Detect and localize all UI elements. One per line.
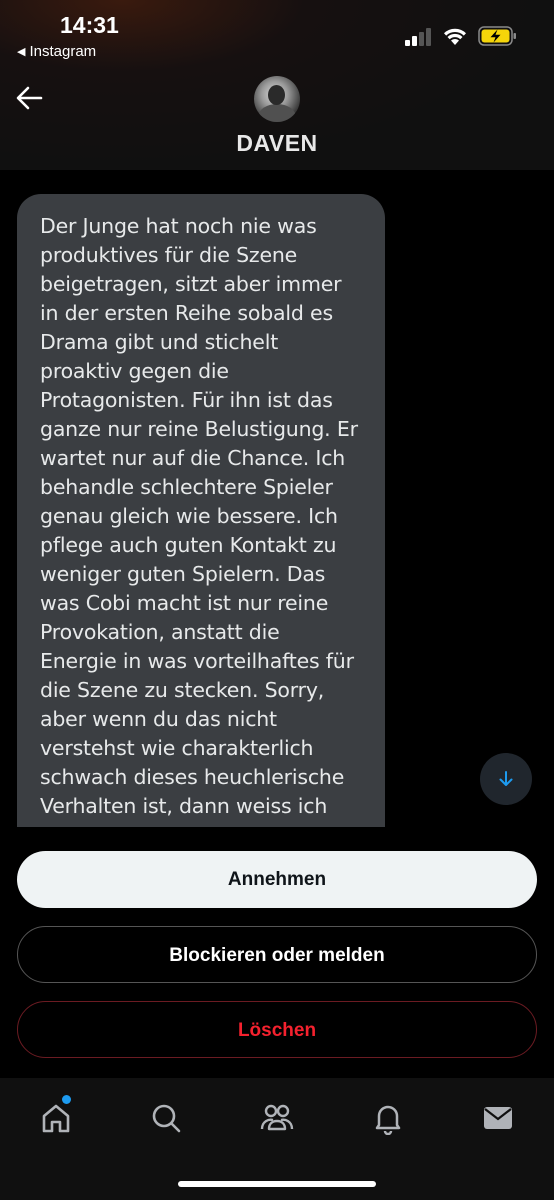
notifications-icon — [375, 1105, 401, 1135]
message-bubble: Der Junge hat noch nie was produktives f… — [17, 194, 385, 827]
communities-icon — [260, 1104, 294, 1131]
accept-button[interactable]: Annehmen — [17, 851, 537, 908]
tab-search[interactable] — [146, 1098, 186, 1138]
battery-charging-icon — [478, 26, 516, 46]
status-time: 14:31 — [60, 12, 119, 38]
contact-name[interactable]: DAVEN — [0, 130, 554, 157]
search-icon — [152, 1104, 181, 1133]
home-indicator — [178, 1181, 376, 1187]
back-app-label: Instagram — [29, 43, 97, 60]
tab-messages[interactable] — [478, 1098, 518, 1138]
back-arrow-icon[interactable] — [14, 84, 44, 112]
conversation-header: DAVEN — [0, 70, 554, 170]
tab-home[interactable] — [36, 1098, 76, 1138]
tab-communities[interactable] — [257, 1098, 297, 1138]
home-notification-dot — [62, 1095, 71, 1104]
delete-button[interactable]: Löschen — [17, 1001, 537, 1058]
message-text: Der Junge hat noch nie was produktives f… — [40, 214, 358, 818]
back-to-app-link[interactable]: ◀ Instagram — [17, 43, 96, 60]
tab-notifications[interactable] — [368, 1098, 408, 1138]
status-bar: 14:31 ◀ Instagram — [0, 0, 554, 70]
back-triangle-icon: ◀ — [17, 46, 26, 58]
contact-avatar[interactable] — [254, 76, 300, 122]
home-icon — [42, 1104, 70, 1133]
top-area: 14:31 ◀ Instagram DAVEN — [0, 0, 554, 170]
wifi-icon — [444, 28, 466, 45]
messages-icon — [484, 1107, 512, 1129]
scroll-to-bottom-button[interactable] — [480, 753, 532, 805]
block-or-report-button[interactable]: Blockieren oder melden — [17, 926, 537, 983]
cellular-signal-icon — [405, 28, 435, 46]
arrow-down-icon — [499, 771, 513, 786]
